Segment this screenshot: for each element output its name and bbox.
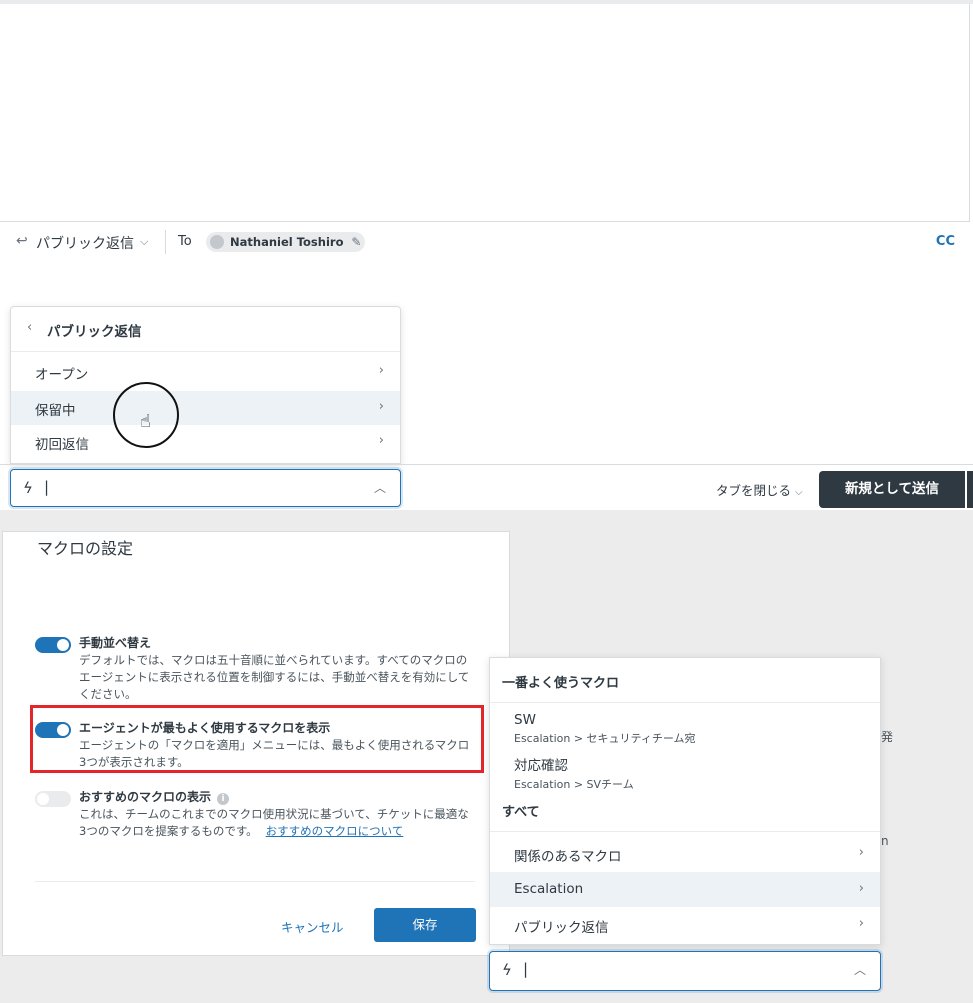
manual-sort-toggle[interactable] [35,637,71,653]
cancel-button[interactable]: キャンセル [281,917,344,936]
macro-input[interactable]: ϟ | ︿ [10,469,401,507]
chevron-down-icon: ⌵ [795,487,803,498]
avatar [210,235,224,249]
text-caret: | [44,478,50,496]
chevron-up-icon[interactable]: ︿ [854,961,866,978]
edge-text: 発 [881,730,894,744]
divider [490,702,880,703]
macro-name: SW [514,712,536,728]
lightning-icon: ϟ [502,961,512,979]
setting-title: 手動並べ替え [79,636,152,650]
setting-title: おすすめのマクロの表示 [79,790,212,804]
chevron-right-icon: › [858,881,864,896]
to-label: To [178,234,192,249]
divider [35,881,475,882]
divider [165,230,166,254]
macro-input[interactable]: ϟ | ︿ [489,951,881,991]
macro-name: 対応確認 [514,758,568,774]
macro-menu: ‹ パブリック返信 オープン › 保留中 › 初回返信 › [10,306,401,464]
menu-item-open[interactable]: オープン › [11,355,400,389]
chevron-right-icon: › [378,399,384,414]
macro-menu-header[interactable]: ‹ パブリック返信 [11,307,400,352]
info-icon[interactable]: i [217,793,230,805]
cc-link[interactable]: CC [936,234,955,249]
menu-item-label: オープン [35,367,89,383]
chevron-right-icon: › [858,916,864,931]
submit-options-button[interactable] [966,471,973,508]
macro-path: Escalation > セキュリティチーム宛 [514,732,696,745]
category-label: パブリック返信 [514,920,609,936]
category-escalation[interactable]: Escalation › [490,872,880,907]
setting-description: デフォルトでは、マクロは五十音順に並べられています。すべてのマクロのエージェント… [79,653,470,701]
close-tab-dropdown[interactable]: タブを閉じる ⌵ [716,480,803,499]
category-related-macros[interactable]: 関係のあるマクロ › [490,836,880,871]
divider [490,831,880,832]
menu-item-first-reply[interactable]: 初回返信 › [11,425,400,459]
category-public-reply[interactable]: パブリック返信 › [490,907,880,942]
submit-as-new-button[interactable]: 新規として送信 [819,471,965,508]
macro-item-sw[interactable]: SW Escalation > セキュリティチーム宛 [514,712,696,746]
suggested-toggle[interactable] [35,791,71,807]
menu-item-label: 初回返信 [35,437,89,453]
hand-cursor-icon: ☝ [140,411,151,432]
menu-item-pending[interactable]: 保留中 › [11,391,400,425]
reply-arrow-icon: ↩ [16,233,28,249]
edge-text: n [881,834,889,848]
apply-macro-menu: 一番よく使うマクロ SW Escalation > セキュリティチーム宛 対応確… [489,657,881,945]
chevron-down-icon[interactable]: ⌵ [140,235,148,249]
all-heading: すべて [502,805,540,820]
reply-type-dropdown[interactable]: パブリック返信 [36,233,134,253]
menu-item-label: 保留中 [35,403,76,419]
text-caret: | [523,960,529,978]
macro-item-confirm[interactable]: 対応確認 Escalation > SVチーム [514,754,634,792]
setting-title-row: おすすめのマクロの表示 i [79,788,230,805]
macro-path: Escalation > SVチーム [514,778,634,791]
chevron-right-icon: › [858,845,864,860]
setting-description: これは、チームのこれまでのマクロ使用状況に基づいて、チケットに最適な3つのマクロ… [79,806,475,840]
category-label: 関係のあるマクロ [514,849,622,865]
category-label: Escalation [514,881,584,897]
chevron-up-icon[interactable]: ︿ [374,479,386,496]
close-tab-label: タブを閉じる [716,483,792,498]
chevron-left-icon[interactable]: ‹ [27,320,32,335]
divider [0,464,973,465]
chevron-right-icon: › [378,363,384,378]
recipient-name: Nathaniel Toshiro [230,235,344,249]
reply-editor[interactable] [0,4,970,222]
lightning-icon: ϟ [23,479,33,497]
macro-menu-title: パブリック返信 [47,324,142,340]
reply-header-bar: ↩ パブリック返信 ⌵ To Nathaniel Toshiro ✎ CC [0,222,973,262]
suggested-macros-link[interactable]: おすすめのマクロについて [266,824,404,838]
pencil-icon[interactable]: ✎ [351,232,361,252]
most-used-heading: 一番よく使うマクロ [502,676,620,691]
recipient-chip[interactable]: Nathaniel Toshiro ✎ [206,232,366,252]
save-button[interactable]: 保存 [374,908,476,942]
chevron-right-icon: › [378,433,384,448]
highlight-annotation [30,705,484,773]
settings-title: マクロの設定 [37,539,134,558]
